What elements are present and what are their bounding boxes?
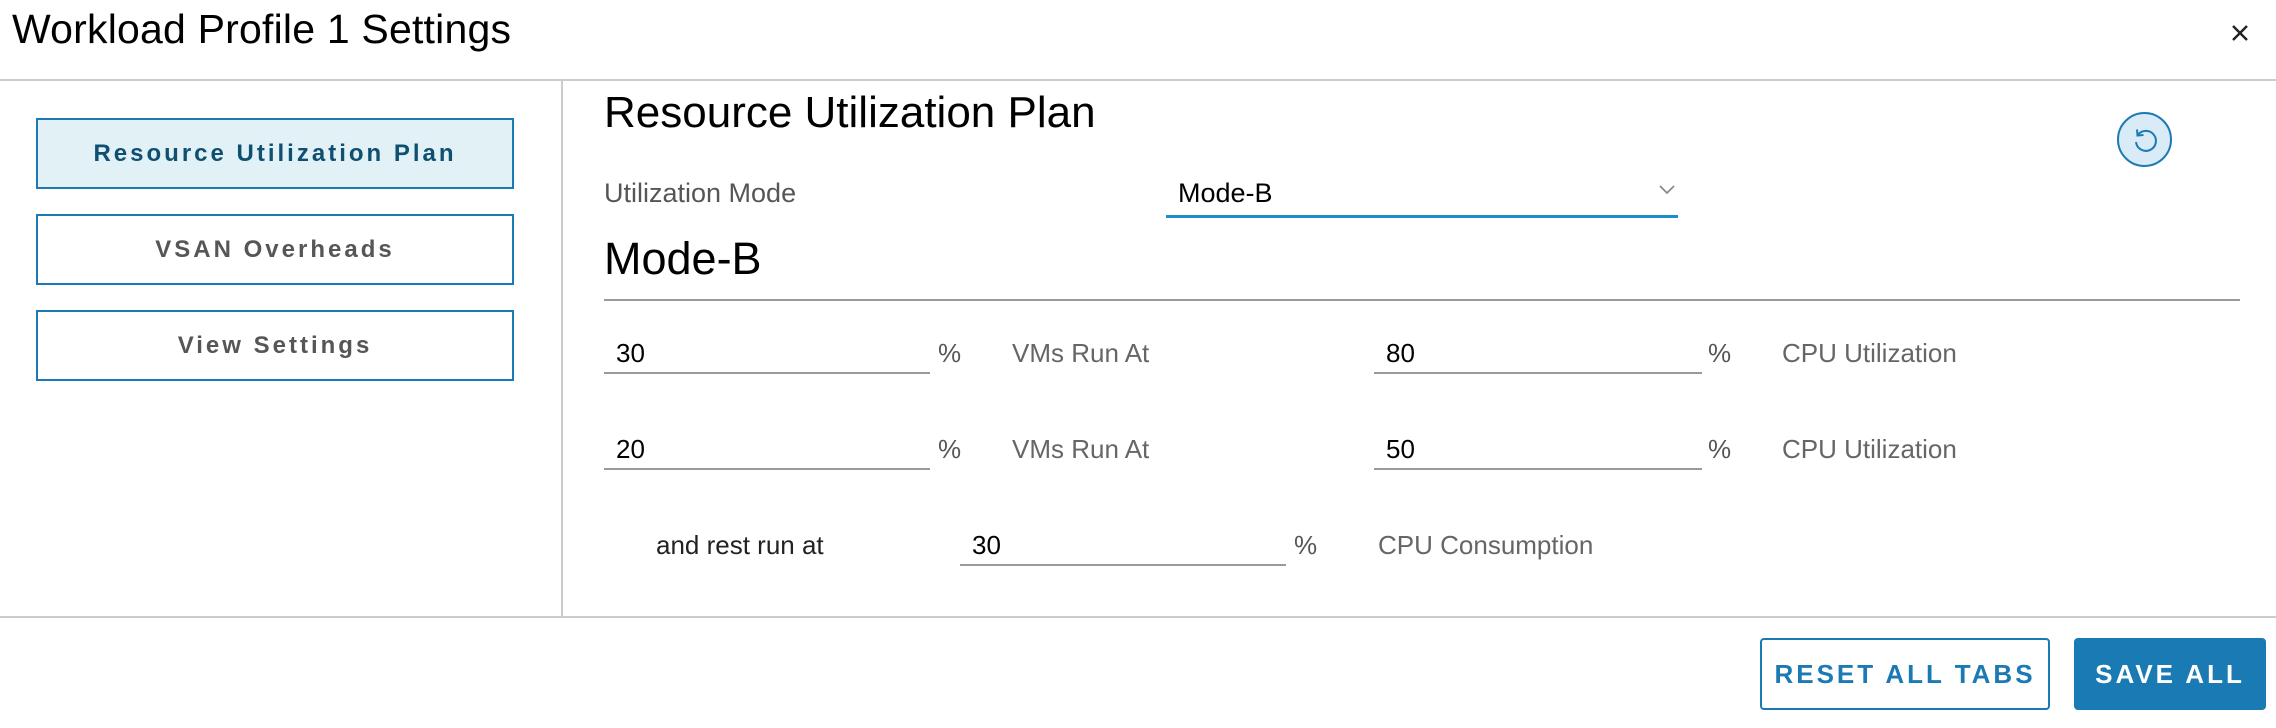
rest-run-at-label: and rest run at <box>656 530 824 560</box>
footer-divider <box>0 616 2276 618</box>
utilization-mode-label: Utilization Mode <box>604 178 797 208</box>
sidebar-divider <box>561 80 563 618</box>
sidebar-item-label: View Settings <box>177 331 373 359</box>
vms-percent-input[interactable] <box>604 430 930 470</box>
percent-sign: % <box>938 434 962 464</box>
section-title: Resource Utilization Plan <box>604 88 1096 137</box>
utilization-mode-value: Mode-B <box>1178 178 1273 208</box>
percent-sign: % <box>1294 530 1318 560</box>
cpu-consumption-label: CPU Consumption <box>1378 530 1594 560</box>
vms-percent-input[interactable] <box>604 334 930 374</box>
percent-sign: % <box>1708 434 1732 464</box>
close-button[interactable] <box>2222 15 2258 51</box>
cpu-utilization-label: CPU Utilization <box>1782 338 1957 368</box>
cpu-utilization-input[interactable] <box>1374 430 1702 470</box>
dialog-title: Workload Profile 1 Settings <box>12 6 512 52</box>
sidebar-item-label: VSAN Overheads <box>155 235 395 263</box>
cpu-utilization-input[interactable] <box>1374 334 1702 374</box>
mode-heading: Mode-B <box>604 233 762 284</box>
close-icon <box>2232 25 2248 41</box>
percent-sign: % <box>938 338 962 368</box>
sidebar-item-view-settings[interactable]: View Settings <box>36 310 514 381</box>
vms-run-at-label: VMs Run At <box>1012 434 1150 464</box>
mode-divider <box>604 299 2240 301</box>
cpu-utilization-label: CPU Utilization <box>1782 434 1957 464</box>
chevron-down-icon <box>1659 185 1675 195</box>
refresh-button[interactable] <box>2117 112 2172 167</box>
sidebar-item-label: Resource Utilization Plan <box>93 139 457 167</box>
reset-all-tabs-button[interactable]: RESET ALL TABS <box>1760 638 2050 710</box>
header-divider <box>0 79 2276 81</box>
percent-sign: % <box>1708 338 1732 368</box>
refresh-icon <box>2134 128 2157 152</box>
rest-cpu-consumption-input[interactable] <box>960 526 1286 566</box>
sidebar-item-vsan-overheads[interactable]: VSAN Overheads <box>36 214 514 285</box>
save-all-button[interactable]: SAVE ALL <box>2074 638 2266 710</box>
vms-run-at-label: VMs Run At <box>1012 338 1150 368</box>
utilization-mode-select[interactable]: Mode-B <box>1166 172 1678 218</box>
sidebar-item-resource-utilization-plan[interactable]: Resource Utilization Plan <box>36 118 514 189</box>
